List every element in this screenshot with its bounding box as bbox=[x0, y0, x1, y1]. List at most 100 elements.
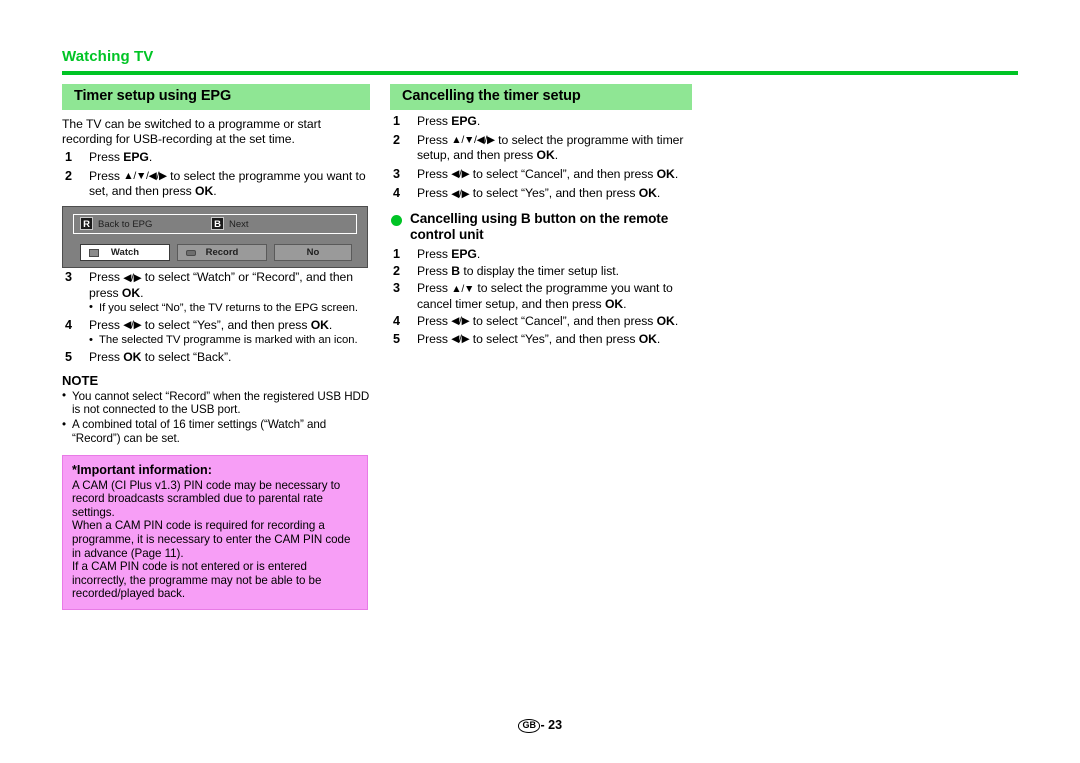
step-item: 2 Press ▲/▼/◀/▶ to select the programme w… bbox=[390, 133, 692, 163]
subsection-heading-label: Cancelling using B button on the remote … bbox=[410, 210, 669, 243]
step-key: EPG bbox=[451, 246, 477, 261]
step-key: OK bbox=[656, 313, 675, 328]
step-text: Press bbox=[417, 313, 452, 328]
running-head: Watching TV bbox=[62, 48, 154, 65]
osd-button-watch[interactable]: Watch bbox=[80, 243, 170, 261]
important-information-box: *Important information: A CAM (CI Plus v… bbox=[62, 454, 368, 610]
footer-separator: - bbox=[540, 718, 545, 732]
step-key: EPG bbox=[123, 150, 149, 165]
step-key: B bbox=[451, 264, 461, 279]
steps-list-timer-setup-bottom: 3 Press ◀/▶ to select “Watch” or “Record”… bbox=[62, 270, 370, 364]
step-item: 2 Press ▲/▼/◀/▶ to select the programme y… bbox=[62, 169, 370, 199]
step-number: 4 bbox=[393, 186, 400, 201]
right-column: Cancelling the timer setup 1 Press EPG. 2… bbox=[390, 84, 692, 348]
step-text-mid: to select “Back”. bbox=[141, 350, 232, 365]
step-number: 3 bbox=[393, 281, 400, 296]
step-key: OK bbox=[638, 186, 657, 201]
page-number: 23 bbox=[548, 718, 563, 732]
section-title-cancelling-timer: Cancelling the timer setup bbox=[390, 84, 692, 110]
steps-list-cancelling-top: 1 Press EPG. 2 Press ▲/▼/◀/▶ to select the… bbox=[390, 114, 692, 202]
manual-page: Watching TV Timer setup using EPG The TV… bbox=[0, 0, 1080, 763]
step-key: OK bbox=[195, 184, 214, 199]
region-code-badge: GB bbox=[517, 719, 541, 733]
step-number: 2 bbox=[393, 264, 400, 279]
step-item: 4 Press ◀/▶ to select “Cancel”, and then … bbox=[390, 314, 692, 330]
step-text: Press bbox=[89, 270, 124, 285]
left-column: Timer setup using EPG The TV can be swit… bbox=[62, 84, 370, 610]
tv-icon bbox=[89, 248, 99, 257]
step-text-tail: . bbox=[674, 313, 679, 328]
step-number: 4 bbox=[65, 317, 72, 332]
usb-icon bbox=[186, 249, 196, 256]
step-number: 2 bbox=[393, 132, 400, 147]
step-text: Press bbox=[89, 317, 124, 332]
osd-top-bar: R Back to EPG B Next bbox=[73, 213, 357, 234]
step-item: 3 Press ◀/▶ to select “Watch” or “Record”… bbox=[62, 270, 370, 315]
header-rule bbox=[62, 71, 1018, 75]
step-text-tail: . bbox=[656, 186, 661, 201]
step-item: 3 Press ▲/▼ to select the programme you w… bbox=[390, 281, 692, 311]
step-text: Press bbox=[89, 150, 124, 165]
intro-paragraph: The TV can be switched to a programme or… bbox=[62, 117, 321, 146]
green-bullet-icon bbox=[391, 214, 402, 226]
arrow-keys-icon: ▲/▼/◀/▶ bbox=[123, 170, 167, 183]
section-title-timer-setup: Timer setup using EPG bbox=[62, 84, 370, 110]
note-item: A combined total of 16 timer settings (“… bbox=[62, 418, 370, 445]
osd-button-record[interactable]: Record bbox=[177, 243, 267, 261]
step-text-tail: . bbox=[674, 166, 679, 181]
step-key: OK bbox=[536, 148, 555, 163]
step-number: 1 bbox=[393, 114, 400, 128]
arrow-keys-icon: ◀/▶ bbox=[451, 187, 470, 200]
step-key: EPG bbox=[451, 114, 477, 128]
step-text-mid: . bbox=[476, 114, 481, 128]
step-number: 3 bbox=[65, 270, 72, 285]
step-text-mid: to select “Yes”, and then press bbox=[141, 317, 311, 332]
step-text: Press bbox=[417, 246, 452, 261]
step-item: 5 Press OK to select “Back”. bbox=[62, 350, 370, 365]
step-text: Press bbox=[89, 168, 124, 183]
osd-button-record-label: Record bbox=[205, 246, 239, 258]
arrow-keys-icon: ▲/▼/◀/▶ bbox=[451, 134, 495, 147]
step-number: 5 bbox=[65, 350, 72, 365]
step-number: 5 bbox=[393, 331, 400, 346]
step-text: Press bbox=[417, 281, 452, 296]
step-text: Press bbox=[417, 264, 452, 279]
step-key: OK bbox=[656, 166, 675, 181]
arrow-keys-icon: ◀/▶ bbox=[451, 315, 470, 328]
osd-key-r-badge: R bbox=[80, 217, 93, 231]
step-item: 1 Press EPG. bbox=[390, 114, 692, 129]
note-title: NOTE bbox=[62, 372, 99, 388]
step-text-mid: to select “Yes”, and then press bbox=[469, 331, 639, 346]
steps-list-timer-setup-top: 1 Press EPG. 2 Press ▲/▼/◀/▶ to select the… bbox=[62, 150, 370, 199]
step-key: OK bbox=[604, 296, 624, 311]
important-title: *Important information: bbox=[72, 462, 212, 477]
arrow-keys-icon: ◀/▶ bbox=[451, 333, 470, 346]
osd-figure: R Back to EPG B Next Watch Record No bbox=[62, 205, 368, 268]
osd-button-no[interactable]: No bbox=[274, 243, 352, 261]
note-item: You cannot select “Record” when the regi… bbox=[62, 389, 370, 417]
step-text: Press bbox=[417, 331, 452, 346]
step-text-mid: to display the timer setup list. bbox=[460, 264, 619, 279]
step-text-tail: . bbox=[140, 286, 144, 301]
step-text-tail: . bbox=[213, 184, 217, 199]
step-text-tail: . bbox=[554, 148, 559, 163]
step-key: OK bbox=[123, 350, 142, 365]
step-text: Press bbox=[417, 132, 452, 147]
step-number: 1 bbox=[65, 150, 72, 165]
step-text-tail: . bbox=[328, 317, 333, 332]
step-item: 4 Press ◀/▶ to select “Yes”, and then pre… bbox=[390, 186, 692, 202]
important-paragraph: If a CAM PIN code is not entered or is e… bbox=[72, 560, 322, 601]
page-footer: GB - 23 bbox=[0, 718, 1080, 734]
arrow-keys-icon: ◀/▶ bbox=[123, 271, 142, 284]
step-text: Press bbox=[89, 350, 124, 365]
step-item: 2 Press B to display the timer setup list… bbox=[390, 264, 692, 279]
step-item: 1 Press EPG. bbox=[62, 150, 370, 165]
step-text: Press bbox=[417, 166, 452, 181]
step-item: 4 Press ◀/▶ to select “Yes”, and then pre… bbox=[62, 318, 370, 348]
step-key: OK bbox=[121, 286, 141, 301]
osd-key-b-badge: B bbox=[211, 217, 224, 231]
step-text: Press bbox=[417, 186, 452, 201]
important-paragraph: When a CAM PIN code is required for reco… bbox=[72, 519, 351, 560]
steps-list-cancelling-bottom: 1 Press EPG. 2 Press B to display the time… bbox=[390, 247, 692, 348]
step-number: 2 bbox=[65, 168, 72, 183]
